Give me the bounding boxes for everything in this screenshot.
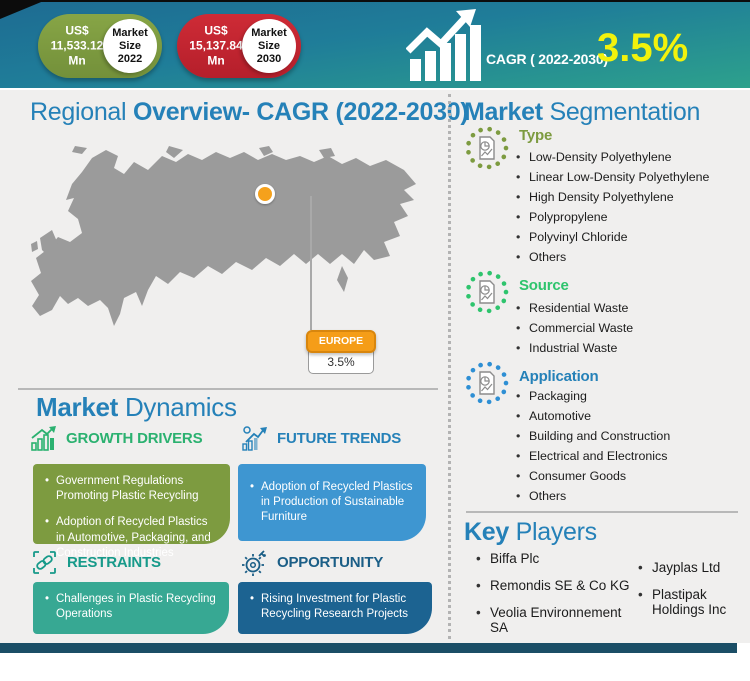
europe-map (25, 145, 435, 337)
growth-drivers-box: Government Regulations Promoting Plastic… (33, 464, 230, 544)
key-player: Veolia Environnement SA (476, 605, 636, 635)
future-trends-box: Adoption of Recycled Plastics in Product… (238, 464, 426, 541)
unit-text: Mn (184, 54, 248, 69)
opportunity-box: Rising Investment for Plastic Recycling … (238, 582, 432, 634)
list-item: Others (516, 247, 709, 267)
title-regular-part: Segmentation (549, 98, 700, 126)
restraints-header: RESTRAINTS (31, 549, 161, 576)
list-item: Linear Low-Density Polyethylene (516, 167, 709, 187)
market-size-2030-pill: US$ 15,137.84 Mn Market Size 2030 (177, 14, 301, 78)
column-divider (448, 94, 451, 639)
section-divider (466, 511, 738, 513)
content-area: Regional Overview- CAGR (2022-2030) EURO… (0, 90, 750, 643)
top-border (0, 0, 750, 2)
market-size-2022-value: US$ 11,533.12 Mn (45, 24, 109, 69)
region-marker-dot (255, 184, 275, 204)
source-list: Residential Waste Commercial Waste Indus… (516, 298, 633, 358)
title-bold-part: Market (36, 392, 118, 422)
market-size-2030-label: Market Size 2030 (242, 19, 296, 73)
quadrant-heading: RESTRAINTS (67, 554, 161, 571)
title-regular-part: Regional (30, 98, 126, 126)
key-players-column-1: Biffa Plc Remondis SE & Co KG Veolia Env… (476, 551, 636, 647)
currency-text: US$ (45, 24, 109, 39)
key-player: Jayplas Ltd (638, 560, 738, 575)
top-banner: US$ 11,533.12 Mn Market Size 2022 US$ 15… (0, 0, 750, 88)
region-cagr-value: 3.5% (308, 351, 374, 374)
future-trends-header: FUTURE TRENDS (241, 425, 401, 452)
unit-text: Mn (45, 54, 109, 69)
title-bold-part: Key (464, 518, 509, 546)
quadrant-heading: GROWTH DRIVERS (66, 430, 202, 447)
currency-text: US$ (184, 24, 248, 39)
key-players-title: Key Players (464, 518, 597, 547)
key-player: Biffa Plc (476, 551, 636, 566)
restraint-item: Challenges in Plastic Recycling Operatio… (45, 592, 217, 622)
chain-link-icon (31, 549, 58, 576)
quadrant-heading: FUTURE TRENDS (277, 430, 401, 447)
list-item: Polyvinyl Chloride (516, 227, 709, 247)
trend-graph-icon (241, 425, 268, 452)
application-list: Packaging Automotive Building and Constr… (516, 386, 670, 506)
market-dynamics-title: Market Dynamics (36, 392, 237, 423)
dotted-ring-report-icon (465, 270, 509, 314)
driver-item: Government Regulations Promoting Plastic… (45, 474, 218, 504)
bars-arrow-up-icon (30, 425, 57, 452)
type-list: Low-Density Polyethylene Linear Low-Dens… (516, 147, 709, 267)
quadrant-heading: OPPORTUNITY (277, 554, 383, 571)
opportunity-item: Rising Investment for Plastic Recycling … (250, 592, 420, 622)
list-item: Residential Waste (516, 298, 633, 318)
market-size-2022-pill: US$ 11,533.12 Mn Market Size 2022 (38, 14, 162, 78)
growth-chart-icon (406, 9, 482, 81)
list-item: Industrial Waste (516, 338, 633, 358)
list-item: Consumer Goods (516, 466, 670, 486)
segment-group-heading: Application (519, 368, 598, 385)
trend-item: Adoption of Recycled Plastics in Product… (250, 480, 414, 526)
region-label-badge: EUROPE (306, 330, 376, 353)
opportunity-header: OPPORTUNITY (241, 549, 383, 576)
title-regular-part: Dynamics (125, 392, 237, 422)
list-item: Others (516, 486, 670, 506)
list-item: Packaging (516, 386, 670, 406)
gear-wrench-icon (241, 549, 268, 576)
list-item: Building and Construction (516, 426, 670, 446)
growth-drivers-header: GROWTH DRIVERS (30, 425, 202, 452)
section-divider (18, 388, 438, 390)
title-bold-part: Market (464, 98, 543, 126)
regional-overview-title: Regional Overview- CAGR (2022-2030) (30, 98, 468, 127)
title-bold-part: Overview- CAGR (2022-2030) (133, 98, 468, 126)
marker-callout-line (310, 196, 312, 330)
dotted-ring-report-icon (465, 361, 509, 405)
market-size-2030-value: US$ 15,137.84 Mn (184, 24, 248, 69)
cagr-value: 3.5% (597, 26, 688, 71)
bottom-accent-bar (0, 643, 737, 653)
restraints-box: Challenges in Plastic Recycling Operatio… (33, 582, 229, 634)
title-regular-part: Players (516, 518, 597, 546)
list-item: High Density Polyethylene (516, 187, 709, 207)
list-item: Polypropylene (516, 207, 709, 227)
key-player: Plastipak Holdings Inc (638, 587, 738, 617)
list-item: Automotive (516, 406, 670, 426)
cagr-label: CAGR ( 2022-2030) (486, 51, 608, 67)
key-player: Remondis SE & Co KG (476, 578, 636, 593)
dotted-ring-report-icon (465, 126, 509, 170)
list-item: Low-Density Polyethylene (516, 147, 709, 167)
segment-group-heading: Source (519, 277, 569, 294)
list-item: Electrical and Electronics (516, 446, 670, 466)
amount-text: 11,533.12 (45, 39, 109, 54)
market-segmentation-title: Market Segmentation (464, 98, 700, 127)
market-size-2022-label: Market Size 2022 (103, 19, 157, 73)
infographic-page: US$ 11,533.12 Mn Market Size 2022 US$ 15… (0, 0, 750, 681)
segment-group-heading: Type (519, 127, 552, 144)
key-players-column-2: Jayplas Ltd Plastipak Holdings Inc (638, 560, 738, 629)
list-item: Commercial Waste (516, 318, 633, 338)
corner-fold (0, 0, 46, 19)
amount-text: 15,137.84 (184, 39, 248, 54)
